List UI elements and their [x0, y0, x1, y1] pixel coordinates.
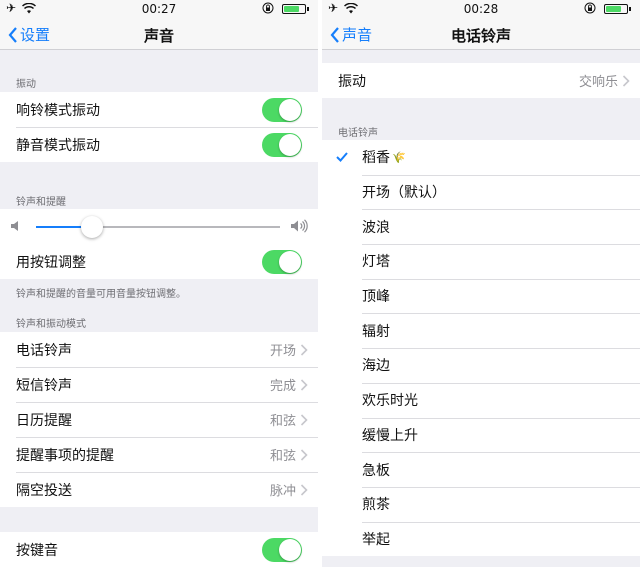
row-label: 提醒事项的提醒: [16, 447, 114, 464]
reminder-alerts-row[interactable]: 提醒事项的提醒 和弦: [0, 437, 318, 472]
ringer-group: 用按钮调整: [0, 209, 318, 279]
sounds-screen: ✈ 00:27 设置 声音 振动 响铃模式振动 静音模式振动 铃声和提醒 用按钮…: [0, 0, 318, 567]
ringtone-label: 开场（默认）: [362, 185, 446, 202]
ringer-volume-row: [0, 209, 318, 244]
disclosure-chevron-icon: [300, 483, 308, 496]
ringtone-label: 辐射: [362, 323, 390, 340]
ringtone-item[interactable]: 波浪: [322, 209, 640, 244]
section-header-ringer: 铃声和提醒: [16, 197, 66, 208]
row-label: 隔空投送: [16, 482, 72, 499]
ringtone-item-selected[interactable]: 稻香 🌾: [322, 140, 640, 175]
speaker-high-icon: [291, 219, 308, 233]
change-with-buttons-toggle[interactable]: [262, 249, 302, 274]
rice-emoji: 🌾: [392, 150, 406, 164]
ringtone-label: 稻香: [362, 150, 390, 167]
row-value: 和弦: [269, 449, 296, 464]
page-title: 电话铃声: [450, 27, 511, 45]
ringtone-item[interactable]: 顶峰: [322, 278, 640, 314]
ringtone-label: 煎茶: [362, 497, 390, 514]
row-label: 静音模式振动: [16, 137, 100, 154]
patterns-group: 电话铃声 开场 短信铃声 完成 日历提醒 和弦 提醒事项的提醒 和弦 隔空投送: [0, 332, 318, 507]
ringtone-label: 灯塔: [362, 254, 390, 271]
ringtone-item[interactable]: 举起: [322, 521, 640, 557]
keyboard-clicks-row: 按键音: [0, 532, 318, 567]
row-label: 短信铃声: [16, 377, 72, 394]
ringtone-label: 海边: [362, 358, 390, 375]
orientation-lock-icon: [584, 2, 596, 14]
vibrate-on-ring-toggle[interactable]: [262, 97, 302, 122]
row-label: 响铃模式振动: [16, 102, 100, 119]
section-header-patterns: 铃声和振动模式: [16, 319, 86, 330]
ringtone-row[interactable]: 电话铃声 开场: [0, 332, 318, 367]
disclosure-chevron-icon: [300, 413, 308, 426]
ringtone-item[interactable]: 缓慢上升: [322, 417, 640, 453]
change-with-buttons-row: 用按钮调整: [0, 244, 318, 279]
disclosure-chevron-icon: [300, 448, 308, 461]
ringtone-item[interactable]: 辐射: [322, 313, 640, 348]
disclosure-chevron-icon: [622, 74, 630, 87]
row-label: 按键音: [16, 542, 58, 559]
ringtone-item[interactable]: 欢乐时光: [322, 382, 640, 418]
ringtone-label: 顶峰: [362, 289, 390, 306]
airdrop-row[interactable]: 隔空投送 脉冲: [0, 472, 318, 507]
row-value: 完成: [269, 379, 296, 394]
row-value: 和弦: [269, 414, 296, 429]
navigation-bar: 设置 声音: [0, 18, 318, 50]
speaker-low-icon: [11, 221, 18, 231]
text-tone-row[interactable]: 短信铃声 完成: [0, 367, 318, 402]
ringtone-item[interactable]: 灯塔: [322, 244, 640, 279]
status-bar: ✈ 00:27: [0, 0, 318, 18]
ringtone-label: 波浪: [362, 219, 390, 236]
section-header-ringtones: 电话铃声: [338, 128, 378, 139]
ringtone-label: 急板: [362, 462, 390, 479]
navigation-bar: 声音 电话铃声: [322, 18, 640, 50]
slider-thumb[interactable]: [81, 216, 104, 238]
row-value: 开场: [269, 344, 296, 359]
vibration-row[interactable]: 振动 交响乐: [322, 63, 640, 98]
ringtone-item[interactable]: 急板: [322, 452, 640, 487]
page-title: 声音: [143, 27, 174, 45]
ringtone-item[interactable]: 开场（默认）: [322, 174, 640, 210]
ringtone-label: 欢乐时光: [362, 393, 418, 410]
disclosure-chevron-icon: [300, 343, 308, 356]
ringer-volume-slider[interactable]: [36, 226, 280, 228]
disclosure-chevron-icon: [300, 378, 308, 391]
ringtone-list: 稻香 🌾 开场（默认） 波浪 灯塔 顶峰 辐射 海边 欢乐时光 缓慢上升 急板 …: [322, 140, 640, 557]
ringtone-item[interactable]: 海边: [322, 348, 640, 383]
section-header-vibrate: 振动: [16, 79, 36, 90]
row-value: 交响乐: [578, 75, 618, 90]
orientation-lock-icon: [262, 2, 274, 14]
vibrate-group: 响铃模式振动 静音模式振动: [0, 92, 318, 162]
calendar-alerts-row[interactable]: 日历提醒 和弦: [0, 402, 318, 437]
row-label: 日历提醒: [16, 412, 72, 429]
row-value: 脉冲: [269, 484, 296, 499]
ringtone-label: 缓慢上升: [362, 427, 418, 444]
status-bar: ✈ 00:28: [322, 0, 640, 18]
ringtone-label: 举起: [362, 531, 390, 548]
row-label: 电话铃声: [16, 342, 72, 359]
ringtone-item[interactable]: 煎茶: [322, 486, 640, 522]
keyboard-clicks-toggle[interactable]: [262, 537, 302, 562]
vibrate-on-ring-row: 响铃模式振动: [0, 92, 318, 127]
keyclick-group: 按键音: [0, 532, 318, 567]
ringtone-screen: ✈ 00:28 声音 电话铃声 振动 交响乐 电话铃声 稻香 🌾 开场（默认） …: [322, 0, 640, 567]
vibrate-on-silent-row: 静音模式振动: [0, 127, 318, 162]
battery-icon: [282, 4, 309, 14]
vibrate-on-silent-toggle[interactable]: [262, 132, 302, 157]
row-label: 用按钮调整: [16, 254, 86, 271]
battery-icon: [604, 4, 631, 14]
row-label: 振动: [338, 73, 366, 90]
ringer-footer-note: 铃声和提醒的音量可用音量按钮调整。: [16, 289, 186, 300]
vibration-group: 振动 交响乐: [322, 63, 640, 98]
checkmark-icon: [336, 152, 348, 163]
